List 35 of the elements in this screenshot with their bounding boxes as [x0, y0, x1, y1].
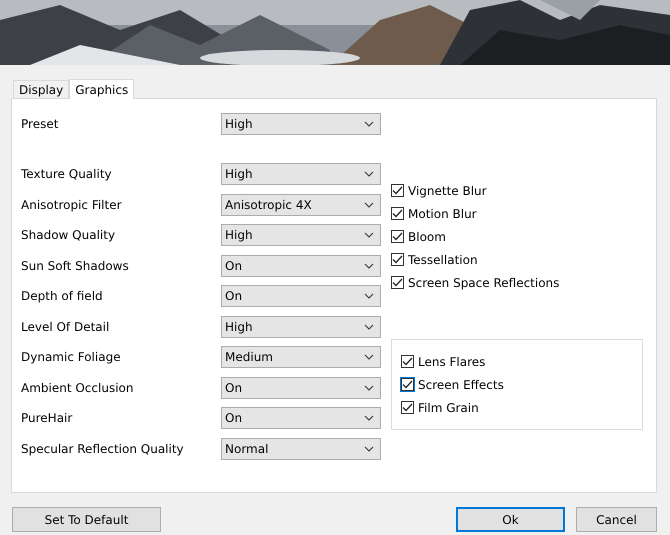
dropdown[interactable]: High — [221, 316, 381, 338]
setting-label: Level Of Detail — [21, 320, 110, 334]
tab[interactable]: Graphics — [69, 79, 134, 99]
checkbox-label: Tessellation — [408, 252, 478, 266]
setting-label: Specular Reflection Quality — [21, 442, 185, 456]
dialog-button[interactable]: Ok — [456, 507, 565, 532]
dropdown[interactable]: Medium — [221, 346, 381, 368]
dropdown[interactable]: High — [221, 163, 381, 185]
setting-label: Anisotropic Filter — [21, 198, 123, 212]
checkbox-label: Vignette Blur — [408, 184, 487, 198]
dropdown[interactable]: On — [221, 407, 381, 429]
dropdown[interactable]: High — [221, 113, 381, 135]
setting-label: Texture Quality — [21, 167, 113, 181]
setting-label: Sun Soft Shadows — [21, 258, 130, 272]
dropdown[interactable]: High — [221, 224, 381, 246]
setting-label: PureHair — [21, 411, 74, 425]
dropdown[interactable]: Normal — [221, 438, 381, 460]
setting-label: Dynamic Foliage — [21, 350, 122, 364]
checkbox-label: Motion Blur — [408, 206, 477, 220]
tab[interactable]: Display — [13, 80, 70, 98]
dropdown[interactable]: Anisotropic 4X — [221, 194, 381, 216]
dropdown[interactable]: On — [221, 376, 381, 398]
setting-label: Shadow Quality — [21, 228, 116, 242]
dialog-button[interactable]: Cancel — [576, 507, 657, 532]
checkbox-label: Lens Flares — [418, 354, 486, 368]
checkbox-label: Screen Space Reflections — [408, 276, 560, 290]
dropdown[interactable]: On — [221, 285, 381, 307]
dropdown[interactable]: On — [221, 254, 381, 276]
checkbox-label: Film Grain — [418, 400, 479, 414]
dialog-button[interactable]: Set To Default — [12, 507, 161, 532]
setting-label: Depth of field — [21, 289, 104, 303]
setting-label: Ambient Occlusion — [21, 380, 134, 394]
checkbox-label: Screen Effects — [418, 378, 504, 392]
setting-label: Preset — [21, 117, 60, 131]
checkbox-label: Bloom — [408, 230, 446, 244]
